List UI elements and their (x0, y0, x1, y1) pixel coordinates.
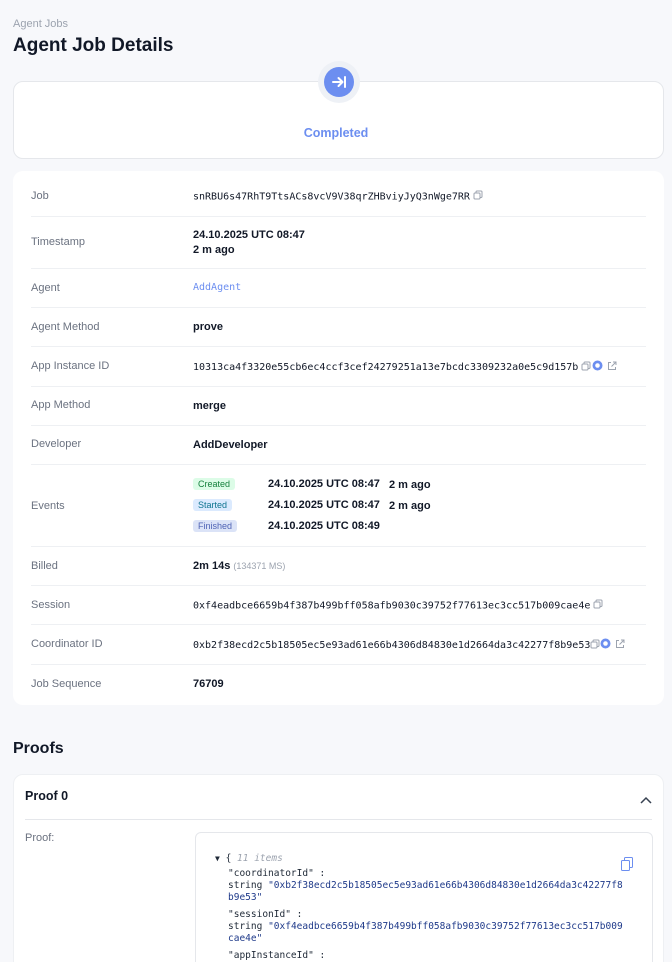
json-open-brace: { (225, 853, 232, 864)
agent-method-label: Agent Method (31, 321, 100, 333)
json-string-cont: b9e53" (228, 892, 263, 903)
billed-value: 2m 14s (193, 560, 231, 572)
developer-value: AddDeveloper (193, 439, 268, 451)
sequence-label: Job Sequence (31, 678, 102, 690)
row-sequence: Job Sequence 76709 (31, 665, 646, 705)
sequence-value: 76709 (193, 678, 224, 690)
billed-wrap: 2m 14s (134371 MS) (193, 560, 285, 572)
agent-label: Agent (31, 282, 60, 294)
copy-icon[interactable] (593, 599, 603, 612)
event-created: Created (193, 478, 236, 490)
event-finished: Finished (193, 520, 238, 532)
row-timestamp: Timestamp 24.10.2025 UTC 08:47 2 m ago (31, 217, 646, 269)
events-label: Events (31, 500, 65, 512)
json-string-cont: cae4e" (228, 933, 263, 944)
row-agent-method: Agent Method prove (31, 308, 646, 347)
row-session: Session 0xf4eadbce6659b4f387b499bff058af… (31, 586, 646, 625)
external-link-icon[interactable] (615, 639, 625, 652)
row-developer: Developer AddDeveloper (31, 426, 646, 465)
json-type: string (228, 880, 263, 891)
external-link-icon[interactable] (607, 361, 617, 374)
copy-icon[interactable] (581, 361, 591, 374)
session-label: Session (31, 599, 71, 611)
json-viewer: ▼ { 11 items "coordinatorId" : string "0… (195, 832, 653, 962)
agent-link[interactable]: AddAgent (193, 282, 241, 293)
json-val-coordinator: string "0xb2f38ecd2c5b18505ec5e93ad61e66… (228, 880, 623, 891)
proof-title[interactable]: Proof 0 (25, 789, 68, 803)
json-key-app-instance: "appInstanceId" : (228, 950, 326, 961)
json-val-session: string "0xf4eadbce6659b4f387b499bff058af… (228, 921, 623, 932)
json-root[interactable]: ▼ { 11 items (215, 853, 283, 864)
session-wrap: 0xf4eadbce6659b4f387b499bff058afb9030c39… (193, 599, 603, 612)
divider (25, 819, 652, 820)
developer-label: Developer (31, 438, 82, 450)
copy-icon[interactable] (621, 857, 633, 874)
breadcrumb[interactable]: Agent Jobs (13, 18, 68, 30)
event-created-relative: 2 m ago (389, 479, 431, 491)
app-instance-wrap: 10313ca4f3320e55cb6ec4ccf3cef24279251a13… (193, 360, 617, 374)
timestamp-relative: 2 m ago (193, 244, 235, 256)
timestamp-label: Timestamp (31, 236, 85, 248)
proof-card: Proof 0 Proof: ▼ { 11 items "coordinator… (13, 774, 664, 962)
row-job: Job snRBU6s47RhT9TtsACs8vcV9V38qrZHBviyJ… (31, 171, 646, 217)
row-billed: Billed 2m 14s (134371 MS) (31, 547, 646, 586)
row-agent: Agent AddAgent (31, 269, 646, 308)
copy-icon[interactable] (590, 639, 600, 652)
app-method-value: merge (193, 400, 227, 412)
json-string: "0xf4eadbce6659b4f387b499bff058afb9030c3… (268, 921, 623, 932)
event-finished-time: 24.10.2025 UTC 08:49 (268, 520, 380, 532)
row-app-instance: App Instance ID 10313ca4f3320e55cb6ec4cc… (31, 347, 646, 387)
proofs-title: Proofs (13, 740, 64, 757)
job-value: snRBU6s47RhT9TtsACs8vcV9V38qrZHBviyJyQ3n… (193, 191, 470, 203)
json-count: 11 items (237, 853, 283, 864)
status-label: Completed (303, 126, 369, 140)
json-key-coordinator: "coordinatorId" : (228, 868, 326, 879)
event-started-time: 24.10.2025 UTC 08:47 (268, 499, 380, 511)
copy-icon[interactable] (473, 190, 483, 203)
row-events: Events Created 24.10.2025 UTC 08:47 2 m … (31, 465, 646, 547)
coordinator-label: Coordinator ID (31, 638, 103, 650)
row-coordinator: Coordinator ID 0xb2f38ecd2c5b18505ec5e93… (31, 625, 646, 665)
json-type: string (228, 921, 263, 932)
json-string: "0xb2f38ecd2c5b18505ec5e93ad61e66b4306d8… (268, 880, 623, 891)
explorer-logo-icon[interactable] (592, 360, 603, 374)
row-app-method: App Method merge (31, 387, 646, 426)
job-details-table: Job snRBU6s47RhT9TtsACs8vcV9V38qrZHBviyJ… (13, 171, 664, 705)
status-icon-ring (318, 61, 360, 103)
explorer-logo-icon[interactable] (600, 638, 611, 652)
finished-badge: Finished (193, 520, 238, 532)
billed-ms: (134371 MS) (233, 561, 286, 571)
event-created-time: 24.10.2025 UTC 08:47 (268, 478, 380, 490)
caret-down-icon[interactable]: ▼ (215, 854, 220, 863)
session-value: 0xf4eadbce6659b4f387b499bff058afb9030c39… (193, 600, 591, 612)
coordinator-value: 0xb2f38ecd2c5b18505ec5e93ad61e66b4306d84… (193, 640, 591, 651)
event-started-relative: 2 m ago (389, 500, 431, 512)
billed-label: Billed (31, 560, 58, 572)
job-label: Job (31, 190, 49, 202)
json-key-session: "sessionId" : (228, 909, 303, 920)
job-value-wrap: snRBU6s47RhT9TtsACs8vcV9V38qrZHBviyJyQ3n… (193, 190, 483, 203)
proof-label: Proof: (25, 832, 55, 844)
page-title: Agent Job Details (13, 35, 174, 56)
chevron-up-icon[interactable] (640, 791, 652, 809)
completed-icon (324, 67, 354, 97)
app-instance-label: App Instance ID (31, 360, 110, 372)
event-started: Started (193, 499, 233, 511)
timestamp-value: 24.10.2025 UTC 08:47 (193, 229, 305, 241)
agent-method-value: prove (193, 321, 223, 333)
started-badge: Started (193, 499, 233, 511)
app-instance-value: 10313ca4f3320e55cb6ec4ccf3cef24279251a13… (193, 362, 579, 373)
app-method-label: App Method (31, 399, 91, 411)
coordinator-wrap: 0xb2f38ecd2c5b18505ec5e93ad61e66b4306d84… (193, 638, 625, 652)
created-badge: Created (193, 478, 236, 490)
